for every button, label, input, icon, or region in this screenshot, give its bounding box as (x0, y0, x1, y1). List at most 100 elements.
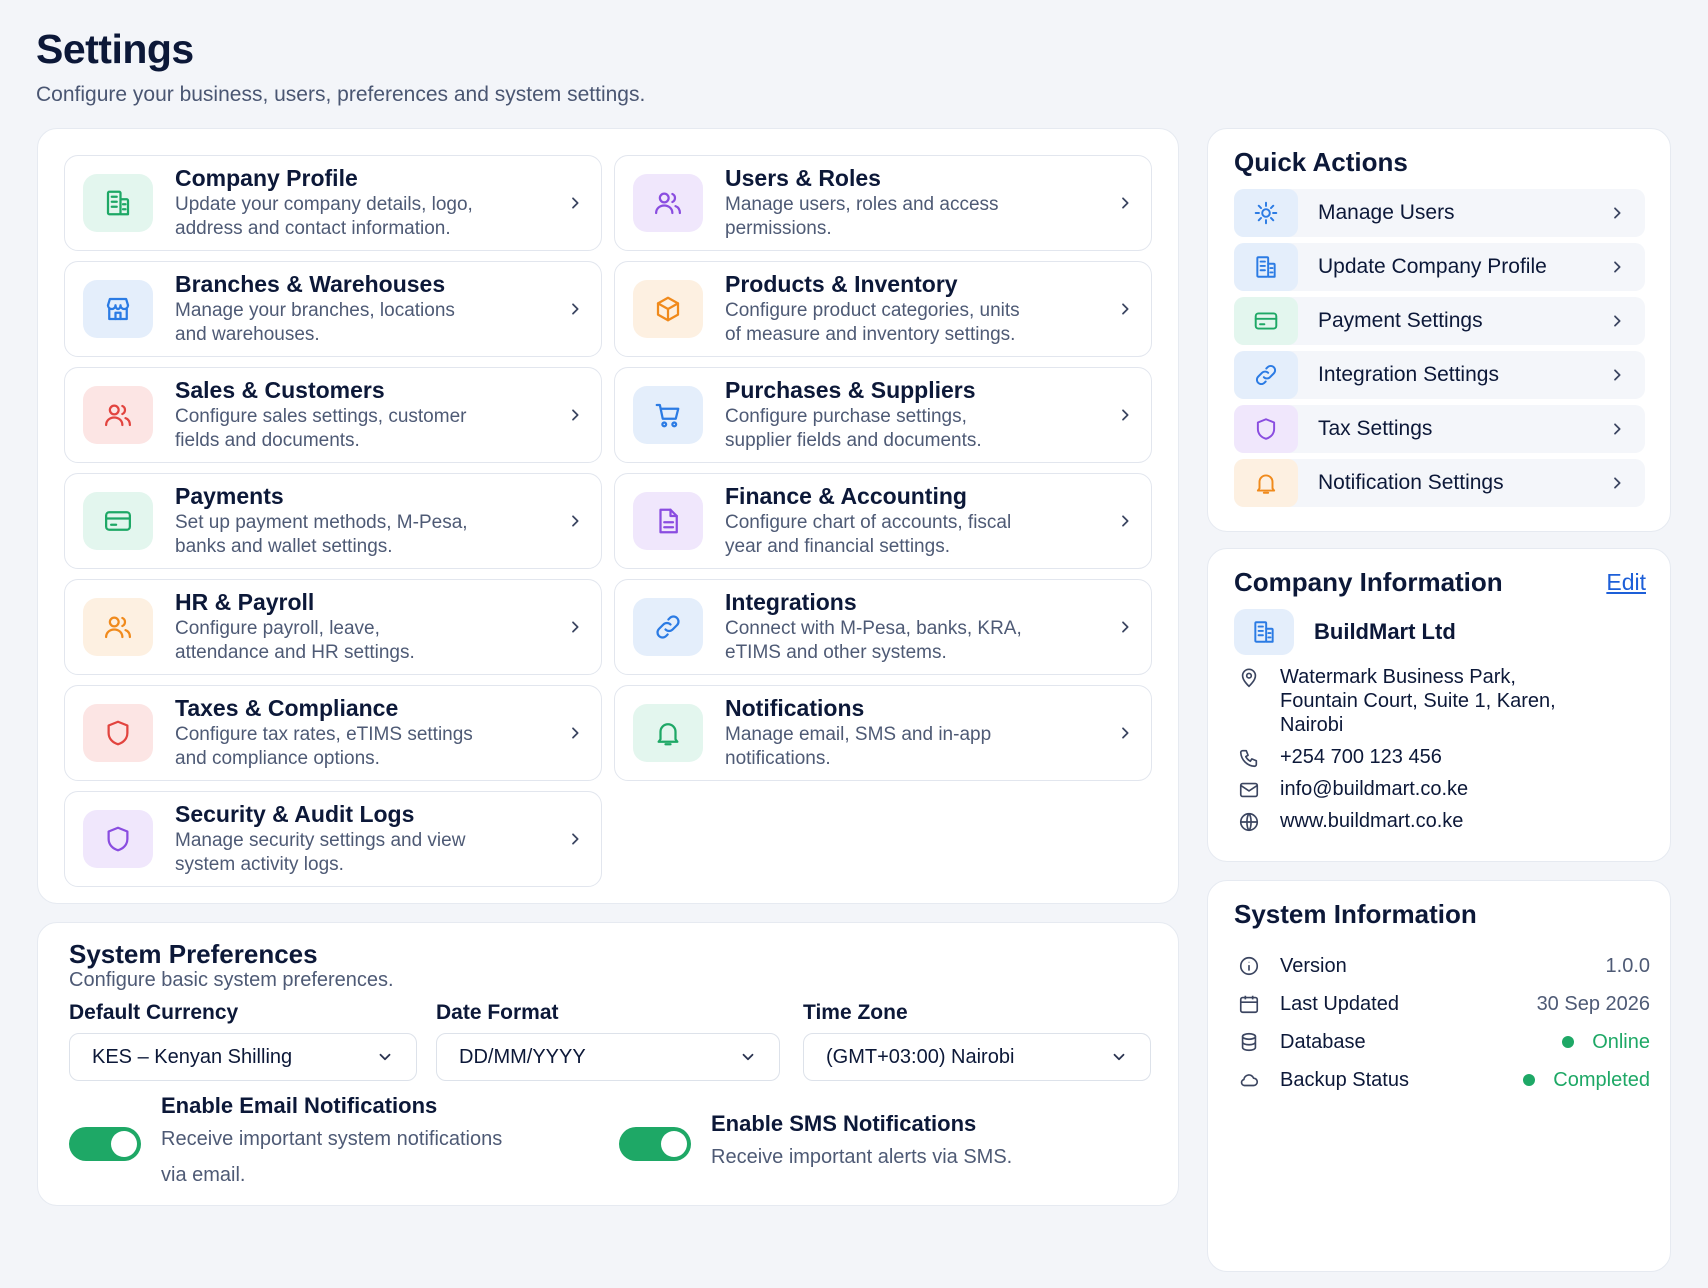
sms-notifications-setting: Enable SMS Notifications Receive importa… (619, 1111, 1012, 1175)
card-title: HR & Payroll (175, 589, 315, 615)
card-description-line-2: eTIMS and other systems. (725, 642, 947, 663)
cloud-icon (1240, 1074, 1259, 1087)
gear-icon (1234, 189, 1298, 237)
settings-card-integrations[interactable]: Integrations Connect with M-Pesa, banks, … (614, 579, 1152, 675)
sms-notifications-toggle[interactable] (619, 1127, 691, 1161)
card-description: Configure chart of accounts, fiscal year … (725, 511, 1107, 559)
card-title: Sales & Customers (175, 377, 385, 403)
card-title: Integrations (725, 589, 857, 615)
quick-action-label: Manage Users (1318, 201, 1455, 224)
address-line-2: Fountain Court, Suite 1, Karen, (1280, 690, 1556, 712)
bell-icon (1234, 459, 1298, 507)
card-title: Security & Audit Logs (175, 801, 415, 827)
card-description-line-2: address and contact information. (175, 218, 451, 239)
website-url: www.buildmart.co.ke (1280, 810, 1464, 832)
system-info-panel: System Information Version 1.0.0 Last Up… (1207, 880, 1671, 1272)
card-icon (1234, 297, 1298, 345)
building-icon (83, 174, 153, 232)
address-line-3: Nairobi (1280, 714, 1344, 736)
company-info-title: Company Information (1234, 567, 1503, 597)
card-description-line-1: Manage email, SMS and in-app (725, 724, 992, 745)
card-description: Manage email, SMS and in-app notification… (725, 723, 1107, 771)
settings-card-taxes-and-compliance[interactable]: Taxes & Compliance Configure tax rates, e… (64, 685, 602, 781)
card-description: Manage your branches, locations and wareh… (175, 299, 557, 347)
link-icon (1234, 351, 1298, 399)
chevron-right-icon (572, 303, 579, 315)
date-format-value: DD/MM/YYYY (459, 1045, 586, 1068)
card-title: Taxes & Compliance (175, 695, 399, 721)
email-address: info@buildmart.co.ke (1280, 778, 1469, 800)
quick-action-notification-settings[interactable]: Notification Settings (1234, 459, 1645, 507)
email-notifications-title: Enable Email Notifications (161, 1093, 438, 1118)
settings-card-hr-and-payroll[interactable]: HR & Payroll Configure payroll, leave, att… (64, 579, 602, 675)
card-title: Purchases & Suppliers (725, 377, 976, 403)
shield-icon (83, 704, 153, 762)
card-title: Company Profile (175, 165, 358, 191)
phone-number: +254 700 123 456 (1280, 746, 1442, 768)
card-description: Update your company details, logo, addres… (175, 193, 557, 241)
cart-icon (633, 386, 703, 444)
system-info-list: Version 1.0.0 Last Updated 30 Sep 2026 D… (1238, 947, 1650, 1099)
card-description-line-2: notifications. (725, 748, 831, 769)
settings-card-users-and-roles[interactable]: Users & Roles Manage users, roles and acc… (614, 155, 1152, 251)
address-line-1: Watermark Business Park, (1280, 666, 1516, 688)
calendar-icon (1239, 995, 1259, 1014)
bell-icon (633, 704, 703, 762)
currency-select[interactable]: KES – Kenyan Shilling (69, 1033, 417, 1081)
card-description-line-1: Set up payment methods, M-Pesa, (175, 512, 468, 533)
card-description: Configure sales settings, customer fields… (175, 405, 557, 453)
card-description-line-1: Configure chart of accounts, fiscal (725, 512, 1012, 533)
company-website: www.buildmart.co.ke (1238, 809, 1648, 833)
chevron-right-icon (1122, 515, 1129, 527)
settings-card-finance-and-accounting[interactable]: Finance & Accounting Configure chart of a… (614, 473, 1152, 569)
sms-notifications-title: Enable SMS Notifications (711, 1111, 977, 1136)
quick-actions-panel: Quick Actions Manage Users Update Company… (1207, 128, 1671, 532)
last-updated-label: Last Updated (1280, 992, 1399, 1015)
store-icon (83, 280, 153, 338)
system-preferences-panel: System Preferences Configure basic syste… (37, 922, 1179, 1206)
card-description: Configure purchase settings, supplier fie… (725, 405, 1107, 453)
edit-company-link[interactable]: Edit (1606, 569, 1646, 596)
settings-card-security-and-audit-logs[interactable]: Security & Audit Logs Manage security set… (64, 791, 602, 887)
card-description-line-1: Manage users, roles and access (725, 194, 999, 215)
quick-action-manage-users[interactable]: Manage Users (1234, 189, 1645, 237)
email-notifications-desc-2: via email. (161, 1164, 246, 1186)
quick-action-tax-settings[interactable]: Tax Settings (1234, 405, 1645, 453)
card-description: Connect with M-Pesa, banks, KRA, eTIMS an… (725, 617, 1107, 665)
card-description: Manage security settings and view system … (175, 829, 557, 877)
time-zone-select[interactable]: (GMT+03:00) Nairobi (803, 1033, 1151, 1081)
link-icon (633, 598, 703, 656)
company-phone: +254 700 123 456 (1238, 745, 1648, 769)
email-notifications-toggle[interactable] (69, 1127, 141, 1161)
backup-status-label: Backup Status (1280, 1068, 1409, 1091)
document-icon (633, 492, 703, 550)
system-preferences-title: System Preferences (69, 939, 318, 969)
date-format-select[interactable]: DD/MM/YYYY (436, 1033, 780, 1081)
settings-card-notifications[interactable]: Notifications Manage email, SMS and in-ap… (614, 685, 1152, 781)
chevron-right-icon (572, 727, 579, 739)
globe-icon (1239, 812, 1259, 832)
quick-action-label: Update Company Profile (1318, 255, 1547, 278)
email-notifications-setting: Enable Email Notifications Receive impor… (69, 1093, 502, 1193)
quick-action-payment-settings[interactable]: Payment Settings (1234, 297, 1645, 345)
currency-value: KES – Kenyan Shilling (92, 1045, 293, 1068)
quick-action-label: Payment Settings (1318, 309, 1483, 332)
settings-card-sales-and-customers[interactable]: Sales & Customers Configure sales setting… (64, 367, 602, 463)
quick-action-update-company-profile[interactable]: Update Company Profile (1234, 243, 1645, 291)
chevron-down-icon (379, 1053, 391, 1061)
settings-card-company-profile[interactable]: Company Profile Update your company detai… (64, 155, 602, 251)
database-label: Database (1280, 1030, 1366, 1053)
quick-action-integration-settings[interactable]: Integration Settings (1234, 351, 1645, 399)
company-email: info@buildmart.co.ke (1238, 777, 1648, 801)
mail-icon (1239, 782, 1259, 798)
chevron-right-icon (572, 621, 579, 633)
settings-card-purchases-and-suppliers[interactable]: Purchases & Suppliers Configure purchase … (614, 367, 1152, 463)
database-status: Online (1562, 1031, 1650, 1054)
card-title: Products & Inventory (725, 271, 958, 297)
card-description-line-2: of measure and inventory settings. (725, 324, 1016, 345)
currency-label: Default Currency (69, 1001, 239, 1024)
settings-card-products-and-inventory[interactable]: Products & Inventory Configure product ca… (614, 261, 1152, 357)
settings-card-payments[interactable]: Payments Set up payment methods, M-Pesa, b… (64, 473, 602, 569)
card-icon (83, 492, 153, 550)
settings-card-branches-and-warehouses[interactable]: Branches & Warehouses Manage your branche… (64, 261, 602, 357)
